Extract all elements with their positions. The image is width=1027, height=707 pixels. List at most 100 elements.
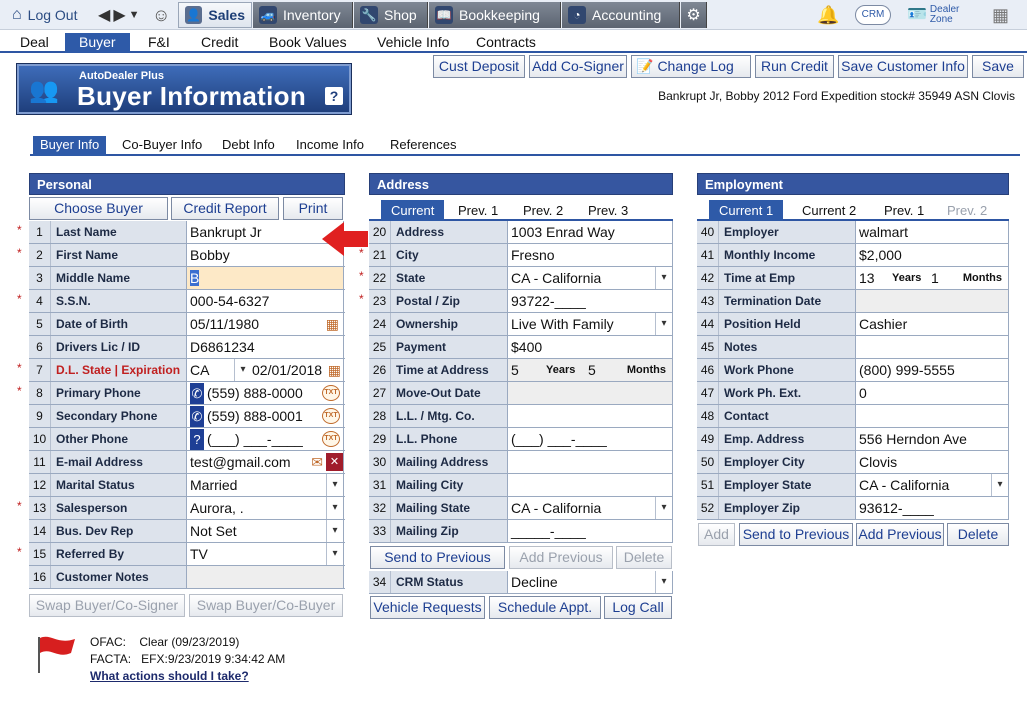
- address-field-28[interactable]: [508, 405, 673, 427]
- personal-field-8[interactable]: ✆ (559) 888-0000 TXT: [187, 382, 344, 404]
- logout-link[interactable]: ⌂ Log Out: [12, 2, 78, 28]
- swap-buyer-cosigner-button[interactable]: Swap Buyer/Co-Signer: [29, 594, 185, 617]
- personal-field-14[interactable]: Not Set ▾: [187, 520, 344, 542]
- nav-sales[interactable]: 👤 Sales: [178, 2, 252, 28]
- personal-field-13[interactable]: Aurora, . ▾: [187, 497, 344, 519]
- employment-send-to-previous-button[interactable]: Send to Previous: [739, 523, 853, 546]
- employment-add-previous-button[interactable]: Add Previous: [856, 523, 944, 546]
- tab-deal[interactable]: Deal: [16, 33, 53, 53]
- personal-field-5[interactable]: 05/11/1980 ▦: [187, 313, 344, 335]
- credit-report-button[interactable]: Credit Report: [171, 197, 279, 220]
- employment-field-44[interactable]: Cashier: [856, 313, 1009, 335]
- address-delete-button[interactable]: Delete: [616, 546, 672, 569]
- tab-employment-current1[interactable]: Current 1: [709, 200, 784, 221]
- personal-field-4[interactable]: 000-54-6327: [187, 290, 344, 312]
- address-field-25[interactable]: $400: [508, 336, 673, 358]
- address-field-21[interactable]: Fresno: [508, 244, 673, 266]
- run-credit-button[interactable]: Run Credit: [755, 55, 834, 78]
- address-field-30[interactable]: [508, 451, 673, 473]
- log-call-button[interactable]: Log Call: [604, 596, 672, 619]
- employment-field-50[interactable]: Clovis: [856, 451, 1009, 473]
- phone-icon[interactable]: ✆: [190, 383, 204, 404]
- calculator-icon[interactable]: ▦: [992, 2, 1009, 28]
- address-field-24[interactable]: Live With Family ▾: [508, 313, 673, 335]
- nav-accounting[interactable]: ◔ Accounting: [562, 2, 680, 28]
- swap-buyer-cobuyer-button[interactable]: Swap Buyer/Co-Buyer: [189, 594, 343, 617]
- personal-field-12[interactable]: Married ▾: [187, 474, 344, 496]
- tab-employment-current2[interactable]: Current 2: [796, 200, 862, 221]
- address-field-23[interactable]: 93722-____: [508, 290, 673, 312]
- address-field-32[interactable]: CA - California ▾: [508, 497, 673, 519]
- personal-field-16[interactable]: [187, 566, 344, 588]
- cust-deposit-button[interactable]: Cust Deposit: [433, 55, 525, 78]
- employment-field-43[interactable]: [856, 290, 1009, 312]
- settings-button[interactable]: ⚙: [681, 2, 707, 28]
- crm-status-select[interactable]: Decline ▾: [508, 571, 673, 593]
- employment-delete-button[interactable]: Delete: [947, 523, 1009, 546]
- unknown-phone-icon[interactable]: ?: [190, 429, 204, 450]
- tab-employment-prev2[interactable]: Prev. 2: [941, 200, 993, 221]
- back-forward-icons[interactable]: ◀ ▶ ▼: [98, 2, 140, 28]
- tab-address-prev3[interactable]: Prev. 3: [582, 200, 634, 221]
- vehicle-requests-button[interactable]: Vehicle Requests: [370, 596, 485, 619]
- personal-field-9[interactable]: ✆ (559) 888-0001 TXT: [187, 405, 344, 427]
- tab-co-buyer-info[interactable]: Co-Buyer Info: [118, 136, 206, 156]
- personal-field-10[interactable]: ? (___) ___-____ TXT: [187, 428, 344, 450]
- schedule-appt-button[interactable]: Schedule Appt.: [489, 596, 601, 619]
- tab-book-values[interactable]: Book Values: [265, 33, 351, 53]
- face-icon[interactable]: ☺: [152, 2, 170, 28]
- tab-address-current[interactable]: Current: [381, 200, 445, 221]
- choose-buyer-button[interactable]: Choose Buyer: [29, 197, 168, 220]
- employment-field-40[interactable]: walmart: [856, 221, 1009, 243]
- address-field-33[interactable]: _____-____: [508, 520, 673, 542]
- save-customer-info-button[interactable]: Save Customer Info: [838, 55, 968, 78]
- tab-employment-prev1[interactable]: Prev. 1: [878, 200, 930, 221]
- employment-field-47[interactable]: 0: [856, 382, 1009, 404]
- employment-field-52[interactable]: 93612-____: [856, 497, 1009, 519]
- add-cosigner-button[interactable]: Add Co-Signer: [529, 55, 627, 78]
- nav-shop[interactable]: 🔧 Shop: [354, 2, 428, 28]
- address-field-27[interactable]: [508, 382, 673, 404]
- tab-debt-info[interactable]: Debt Info: [218, 136, 279, 156]
- employment-field-51[interactable]: CA - California ▾: [856, 474, 1009, 496]
- tab-vehicle-info[interactable]: Vehicle Info: [373, 33, 453, 53]
- personal-field-6[interactable]: D6861234: [187, 336, 344, 358]
- crm-button[interactable]: CRM: [855, 2, 891, 28]
- personal-field-15[interactable]: TV ▾: [187, 543, 344, 565]
- tab-credit[interactable]: Credit: [197, 33, 242, 53]
- employment-field-49[interactable]: 556 Herndon Ave: [856, 428, 1009, 450]
- employment-field-48[interactable]: [856, 405, 1009, 427]
- bell-icon[interactable]: 🔔: [817, 2, 839, 28]
- what-actions-link[interactable]: What actions should I take?: [90, 669, 249, 683]
- dropdown-icon[interactable]: ▼: [129, 9, 140, 21]
- envelope-icon[interactable]: ✉: [311, 451, 323, 473]
- personal-field-2[interactable]: Bobby: [187, 244, 344, 266]
- address-field-26[interactable]: 5 Years 5 Months: [508, 359, 673, 381]
- close-icon[interactable]: ✕: [326, 453, 343, 471]
- address-field-20[interactable]: 1003 Enrad Way: [508, 221, 673, 243]
- save-button[interactable]: Save: [972, 55, 1024, 78]
- employment-field-42[interactable]: 13 Years 1 Months: [856, 267, 1009, 289]
- tab-income-info[interactable]: Income Info: [292, 136, 368, 156]
- address-field-22[interactable]: CA - California ▾: [508, 267, 673, 289]
- tab-buyer[interactable]: Buyer: [65, 33, 130, 53]
- tab-contracts[interactable]: Contracts: [472, 33, 540, 53]
- calendar-icon[interactable]: ▦: [328, 359, 341, 381]
- phone-icon[interactable]: ✆: [190, 406, 204, 427]
- text-message-icon[interactable]: TXT: [322, 385, 340, 401]
- help-icon[interactable]: ?: [325, 87, 343, 105]
- personal-field-1[interactable]: Bankrupt Jr: [187, 221, 344, 243]
- employment-field-45[interactable]: [856, 336, 1009, 358]
- employment-add-button[interactable]: Add: [698, 523, 735, 546]
- nav-inventory[interactable]: 🚙 Inventory: [253, 2, 353, 28]
- tab-references[interactable]: References: [386, 136, 460, 156]
- tab-address-prev1[interactable]: Prev. 1: [452, 200, 504, 221]
- text-message-icon[interactable]: TXT: [322, 431, 340, 447]
- tab-address-prev2[interactable]: Prev. 2: [517, 200, 569, 221]
- address-send-to-previous-button[interactable]: Send to Previous: [370, 546, 505, 569]
- address-add-previous-button[interactable]: Add Previous: [509, 546, 613, 569]
- nav-bookkeeping[interactable]: 📖 Bookkeeping: [429, 2, 561, 28]
- dealer-zone-button[interactable]: 🪪 Dealer Zone: [907, 2, 959, 28]
- personal-field-7[interactable]: CA ▾ 02/01/2018 ▦: [187, 359, 344, 381]
- employment-field-41[interactable]: $2,000: [856, 244, 1009, 266]
